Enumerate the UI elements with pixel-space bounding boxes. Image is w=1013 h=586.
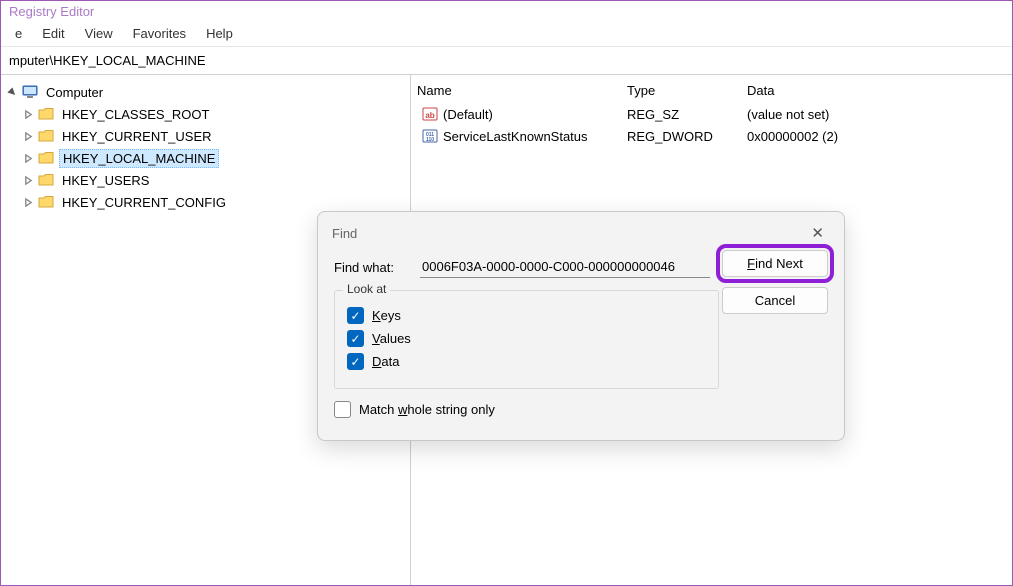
close-icon[interactable]: ✕ [805,222,830,244]
folder-icon [37,106,55,122]
find-what-input[interactable] [420,256,710,278]
tree-item-hkey_current_user[interactable]: HKEY_CURRENT_USER [3,125,408,147]
checkbox-checked-icon[interactable]: ✓ [347,353,364,370]
tree-item-hkey_users[interactable]: HKEY_USERS [3,169,408,191]
values-label: Values [372,331,411,346]
find-next-button[interactable]: Find Next [722,250,828,277]
chevron-right-icon[interactable] [21,173,35,187]
chevron-down-icon[interactable] [5,85,19,99]
keys-label: Keys [372,308,401,323]
keys-checkbox-row[interactable]: ✓ Keys [347,307,706,324]
title-bar: Registry Editor [1,1,1012,21]
registry-value-row[interactable]: ab (Default) REG_SZ(value not set) [411,103,1012,125]
match-whole-row[interactable]: Match whole string only [334,401,828,418]
chevron-right-icon[interactable] [21,151,35,165]
folder-icon [37,172,55,188]
folder-icon [37,150,55,166]
list-header: Name Type Data [411,79,1012,103]
checkbox-checked-icon[interactable]: ✓ [347,330,364,347]
look-at-legend: Look at [343,282,390,296]
col-type[interactable]: Type [621,81,741,100]
folder-icon [37,128,55,144]
col-name[interactable]: Name [411,81,621,100]
cancel-button[interactable]: Cancel [722,287,828,314]
menu-bar: e Edit View Favorites Help [1,21,1012,47]
menu-file[interactable]: e [5,24,32,43]
address-bar [1,47,1012,75]
values-checkbox-row[interactable]: ✓ Values [347,330,706,347]
menu-help[interactable]: Help [196,24,243,43]
app-title: Registry Editor [9,4,94,19]
binary-value-icon: 011110 [421,128,439,144]
tree-item-hkey_local_machine[interactable]: HKEY_LOCAL_MACHINE [3,147,408,169]
checkbox-checked-icon[interactable]: ✓ [347,307,364,324]
data-label: Data [372,354,399,369]
value-data: (value not set) [741,105,1012,124]
chevron-right-icon[interactable] [21,129,35,143]
dialog-title-text: Find [332,226,357,241]
checkbox-unchecked-icon[interactable] [334,401,351,418]
chevron-right-icon[interactable] [21,107,35,121]
registry-value-row[interactable]: 011110 ServiceLastKnownStatus REG_DWORD0x0… [411,125,1012,147]
data-checkbox-row[interactable]: ✓ Data [347,353,706,370]
value-name: (Default) [443,107,493,122]
svg-text:110: 110 [426,137,434,143]
dialog-titlebar[interactable]: Find ✕ [318,212,844,250]
menu-view[interactable]: View [75,24,123,43]
value-type: REG_DWORD [621,127,741,146]
tree-item-label: HKEY_USERS [59,172,152,189]
find-what-label: Find what: [334,260,420,275]
value-data: 0x00000002 (2) [741,127,1012,146]
find-dialog: Find ✕ Find what: Find Next Cancel Look … [317,211,845,441]
computer-icon [21,84,39,100]
menu-favorites[interactable]: Favorites [123,24,196,43]
address-input[interactable] [5,51,1008,70]
menu-edit[interactable]: Edit [32,24,74,43]
value-type: REG_SZ [621,105,741,124]
value-name: ServiceLastKnownStatus [443,129,588,144]
tree-root[interactable]: Computer [3,81,408,103]
match-whole-label: Match whole string only [359,402,495,417]
svg-text:ab: ab [425,111,434,120]
col-data[interactable]: Data [741,81,1012,100]
chevron-right-icon[interactable] [21,195,35,209]
tree-item-label: HKEY_CURRENT_CONFIG [59,194,229,211]
string-value-icon: ab [421,106,439,122]
tree-item-label: HKEY_LOCAL_MACHINE [59,149,219,168]
tree-root-label: Computer [43,84,106,101]
tree-item-label: HKEY_CLASSES_ROOT [59,106,212,123]
look-at-group: Look at ✓ Keys ✓ Values ✓ Data [334,290,719,389]
folder-icon [37,194,55,210]
tree-item-label: HKEY_CURRENT_USER [59,128,215,145]
tree-item-hkey_current_config[interactable]: HKEY_CURRENT_CONFIG [3,191,408,213]
tree-item-hkey_classes_root[interactable]: HKEY_CLASSES_ROOT [3,103,408,125]
